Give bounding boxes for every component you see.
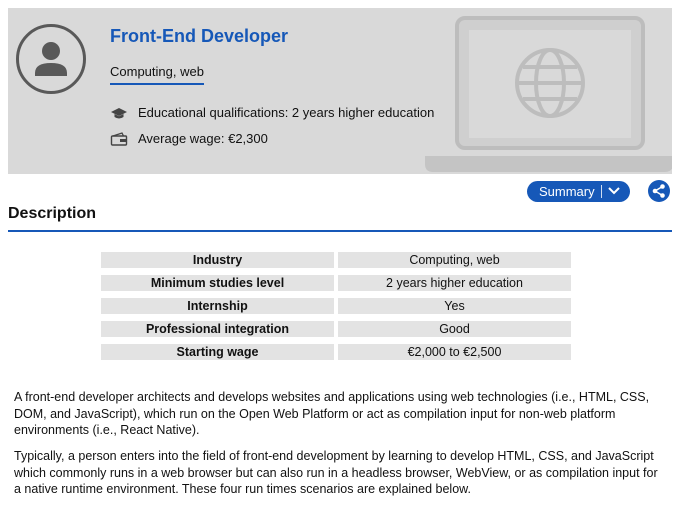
description-paragraph: A front-end developer architects and dev… [14,390,650,437]
table-row: Professional integration Good [101,321,571,337]
fact-label: Professional integration [101,321,334,337]
table-row: Industry Computing, web [101,252,571,268]
fact-label: Minimum studies level [101,275,334,291]
section-divider [8,230,672,232]
education-label: Educational qualifications: 2 years high… [138,105,435,120]
description-paragraph: Typically, a person enters into the fiel… [14,449,658,496]
laptop-globe-icon [425,16,672,172]
description-heading: Description [8,205,97,222]
table-row: Minimum studies level 2 years higher edu… [101,275,571,291]
fact-value: 2 years higher education [338,275,571,291]
education-row: Educational qualifications: 2 years high… [110,105,434,120]
job-field-link[interactable]: Computing, web [110,64,204,85]
table-row: Internship Yes [101,298,571,314]
summary-label: Summary [539,184,595,199]
summary-divider [601,185,602,198]
fact-label: Internship [101,298,334,314]
share-icon [652,184,665,198]
fact-value: €2,000 to €2,500 [338,344,571,360]
fact-value: Good [338,321,571,337]
fact-label: Starting wage [101,344,334,360]
wage-row: Average wage: €2,300 [110,131,268,146]
table-row: Starting wage €2,000 to €2,500 [101,344,571,360]
chevron-down-icon [608,187,620,195]
share-button[interactable] [648,180,670,202]
fact-value: Yes [338,298,571,314]
user-avatar-icon [16,24,86,94]
job-facts-table: Industry Computing, web Minimum studies … [97,245,575,367]
fact-label: Industry [101,252,334,268]
wallet-icon [110,131,128,146]
job-title: Front-End Developer [110,26,289,46]
graduation-cap-icon [110,106,128,120]
fact-value: Computing, web [338,252,571,268]
summary-button[interactable]: Summary [527,181,630,202]
job-header: Front-End Developer Computing, web Educa… [8,8,672,174]
wage-label: Average wage: €2,300 [138,131,268,146]
